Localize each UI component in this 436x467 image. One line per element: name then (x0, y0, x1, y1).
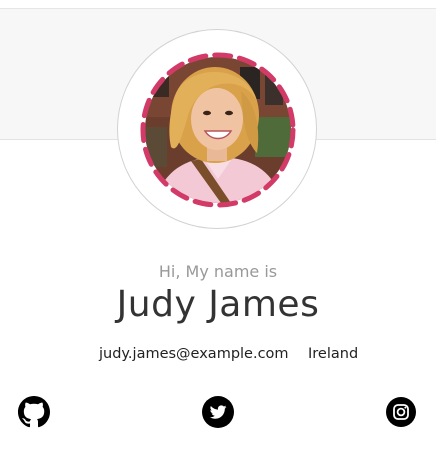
avatar (145, 57, 291, 203)
country-text: Ireland (308, 346, 359, 362)
profile-name: Judy James (116, 284, 320, 325)
twitter-icon[interactable] (202, 396, 234, 428)
greeting-text: Hi, My name is (158, 262, 278, 281)
github-icon[interactable] (18, 396, 50, 428)
profile-card: Hi, My name is Judy James judy.james@exa… (0, 0, 436, 467)
email-text: judy.james@example.com (99, 346, 289, 362)
instagram-icon[interactable] (386, 397, 416, 427)
